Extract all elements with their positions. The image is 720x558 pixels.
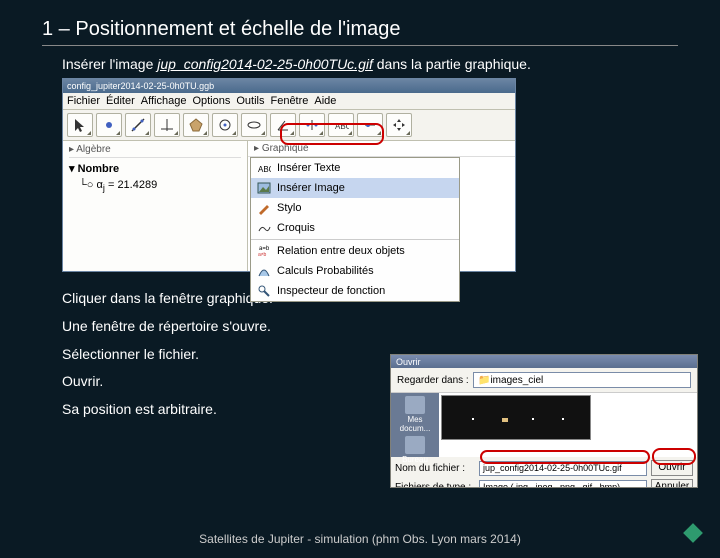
- menu-item[interactable]: Éditer: [106, 95, 135, 107]
- dialog-title: Ouvrir: [391, 355, 697, 368]
- menu-item[interactable]: Affichage: [141, 95, 187, 107]
- menu-item[interactable]: Outils: [236, 95, 264, 107]
- menu-item[interactable]: Fichier: [67, 95, 100, 107]
- svg-text:a≠b: a≠b: [258, 252, 267, 258]
- tool-polygon[interactable]: [183, 113, 209, 137]
- menu-sketch[interactable]: Croquis: [251, 218, 459, 238]
- tool-transform[interactable]: [299, 113, 325, 137]
- algebra-panel: ▸ Algèbre ▾ Nombre └○ αj = 21.4289: [63, 141, 248, 271]
- window-titlebar: config_jupiter2014-02-25-0h0TU.ggb: [63, 79, 515, 93]
- relation-icon: a=ba≠b: [257, 244, 271, 258]
- tool-angle[interactable]: [270, 113, 296, 137]
- geogebra-screenshot: config_jupiter2014-02-25-0h0TU.ggb Fichi…: [62, 78, 516, 272]
- tool-line[interactable]: [125, 113, 151, 137]
- menu-insert-image[interactable]: Insérer Image: [251, 178, 459, 198]
- tool-slider[interactable]: [357, 113, 383, 137]
- slide-title: 1 – Positionnement et échelle de l'image: [42, 18, 678, 41]
- places-sidebar: Mes docum... Bureau: [391, 393, 439, 457]
- intro-text: Insérer l'image jup_config2014-02-25-0h0…: [62, 56, 662, 72]
- menu-insert-text[interactable]: ABC Insérer Texte: [251, 158, 459, 178]
- open-button[interactable]: Ouvrir: [651, 460, 693, 476]
- toolbar: ABC: [63, 110, 515, 141]
- file-dialog-screenshot: Ouvrir Regarder dans : 📁 images_ciel Mes…: [390, 354, 698, 488]
- filetype-label: Fichiers de type :: [395, 482, 475, 489]
- look-in-combo[interactable]: 📁 images_ciel: [473, 372, 691, 388]
- filename-label: Nom du fichier :: [395, 463, 475, 474]
- cancel-button[interactable]: Annuler: [651, 479, 693, 488]
- image-icon: [257, 181, 271, 195]
- look-in-label: Regarder dans :: [397, 375, 469, 386]
- tool-perpendicular[interactable]: [154, 113, 180, 137]
- filename: jup_config2014-02-25-0h00TUc.gif: [157, 56, 373, 72]
- sidebar-item[interactable]: Mes docum...: [393, 396, 437, 433]
- sketch-icon: [257, 221, 271, 235]
- pen-icon: [257, 201, 271, 215]
- menu-item[interactable]: Fenêtre: [270, 95, 308, 107]
- svg-text:ABC: ABC: [335, 122, 349, 131]
- text-icon: ABC: [257, 161, 271, 175]
- file-list[interactable]: [439, 393, 697, 457]
- tool-move-view[interactable]: [386, 113, 412, 137]
- tool-pointer[interactable]: [67, 113, 93, 137]
- tool-point[interactable]: [96, 113, 122, 137]
- algebra-value: └○ αj = 21.4289: [69, 179, 241, 193]
- menu-bar: Fichier Éditer Affichage Options Outils …: [63, 93, 515, 110]
- sidebar-item[interactable]: Bureau: [393, 436, 437, 464]
- footer-text: Satellites de Jupiter - simulation (phm …: [0, 532, 720, 546]
- filetype-combo[interactable]: Image (.jpg, .jpeg, .png, .gif, .bmp): [479, 480, 647, 489]
- svg-text:ABC: ABC: [258, 165, 271, 174]
- context-menu: ABC Insérer Texte Insérer Image Stylo Cr…: [250, 157, 460, 302]
- tool-conic[interactable]: [241, 113, 267, 137]
- tool-text[interactable]: ABC: [328, 113, 354, 137]
- graphics-panel[interactable]: ▸ Graphique ABC Insérer Texte Insérer Im…: [248, 141, 515, 271]
- menu-inspector[interactable]: Inspecteur de fonction: [251, 281, 459, 301]
- menu-relation[interactable]: a=ba≠b Relation entre deux objets: [251, 241, 459, 261]
- tool-circle[interactable]: [212, 113, 238, 137]
- proba-icon: [257, 264, 271, 278]
- menu-probability[interactable]: Calculs Probabilités: [251, 261, 459, 281]
- slide-title-bar: 1 – Positionnement et échelle de l'image: [42, 18, 678, 46]
- menu-pen[interactable]: Stylo: [251, 198, 459, 218]
- filename-input[interactable]: jup_config2014-02-25-0h00TUc.gif: [479, 461, 647, 476]
- menu-item[interactable]: Aide: [314, 95, 336, 107]
- inspector-icon: [257, 284, 271, 298]
- menu-item[interactable]: Options: [192, 95, 230, 107]
- file-thumbnail[interactable]: [441, 395, 591, 440]
- step: Une fenêtre de répertoire s'ouvre.: [62, 318, 720, 335]
